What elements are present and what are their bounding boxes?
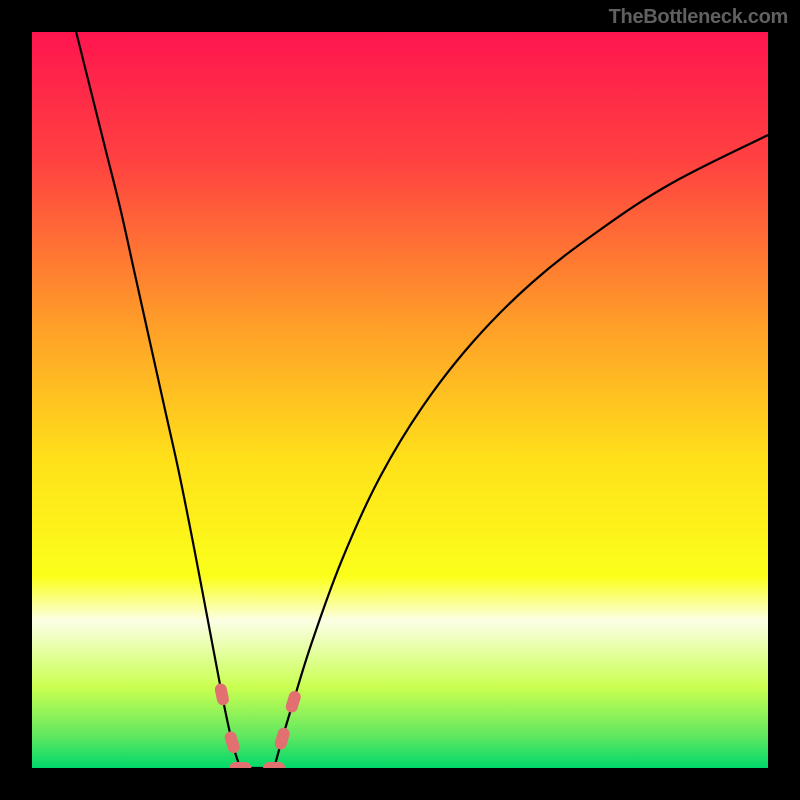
gradient-bg <box>32 32 768 768</box>
chart-container: TheBottleneck.com <box>0 0 800 800</box>
marker-bottom-left <box>229 762 251 768</box>
watermark-text: TheBottleneck.com <box>609 6 788 29</box>
plot-area <box>32 32 768 768</box>
marker-bottom-right <box>263 762 285 768</box>
chart-svg <box>32 32 768 768</box>
